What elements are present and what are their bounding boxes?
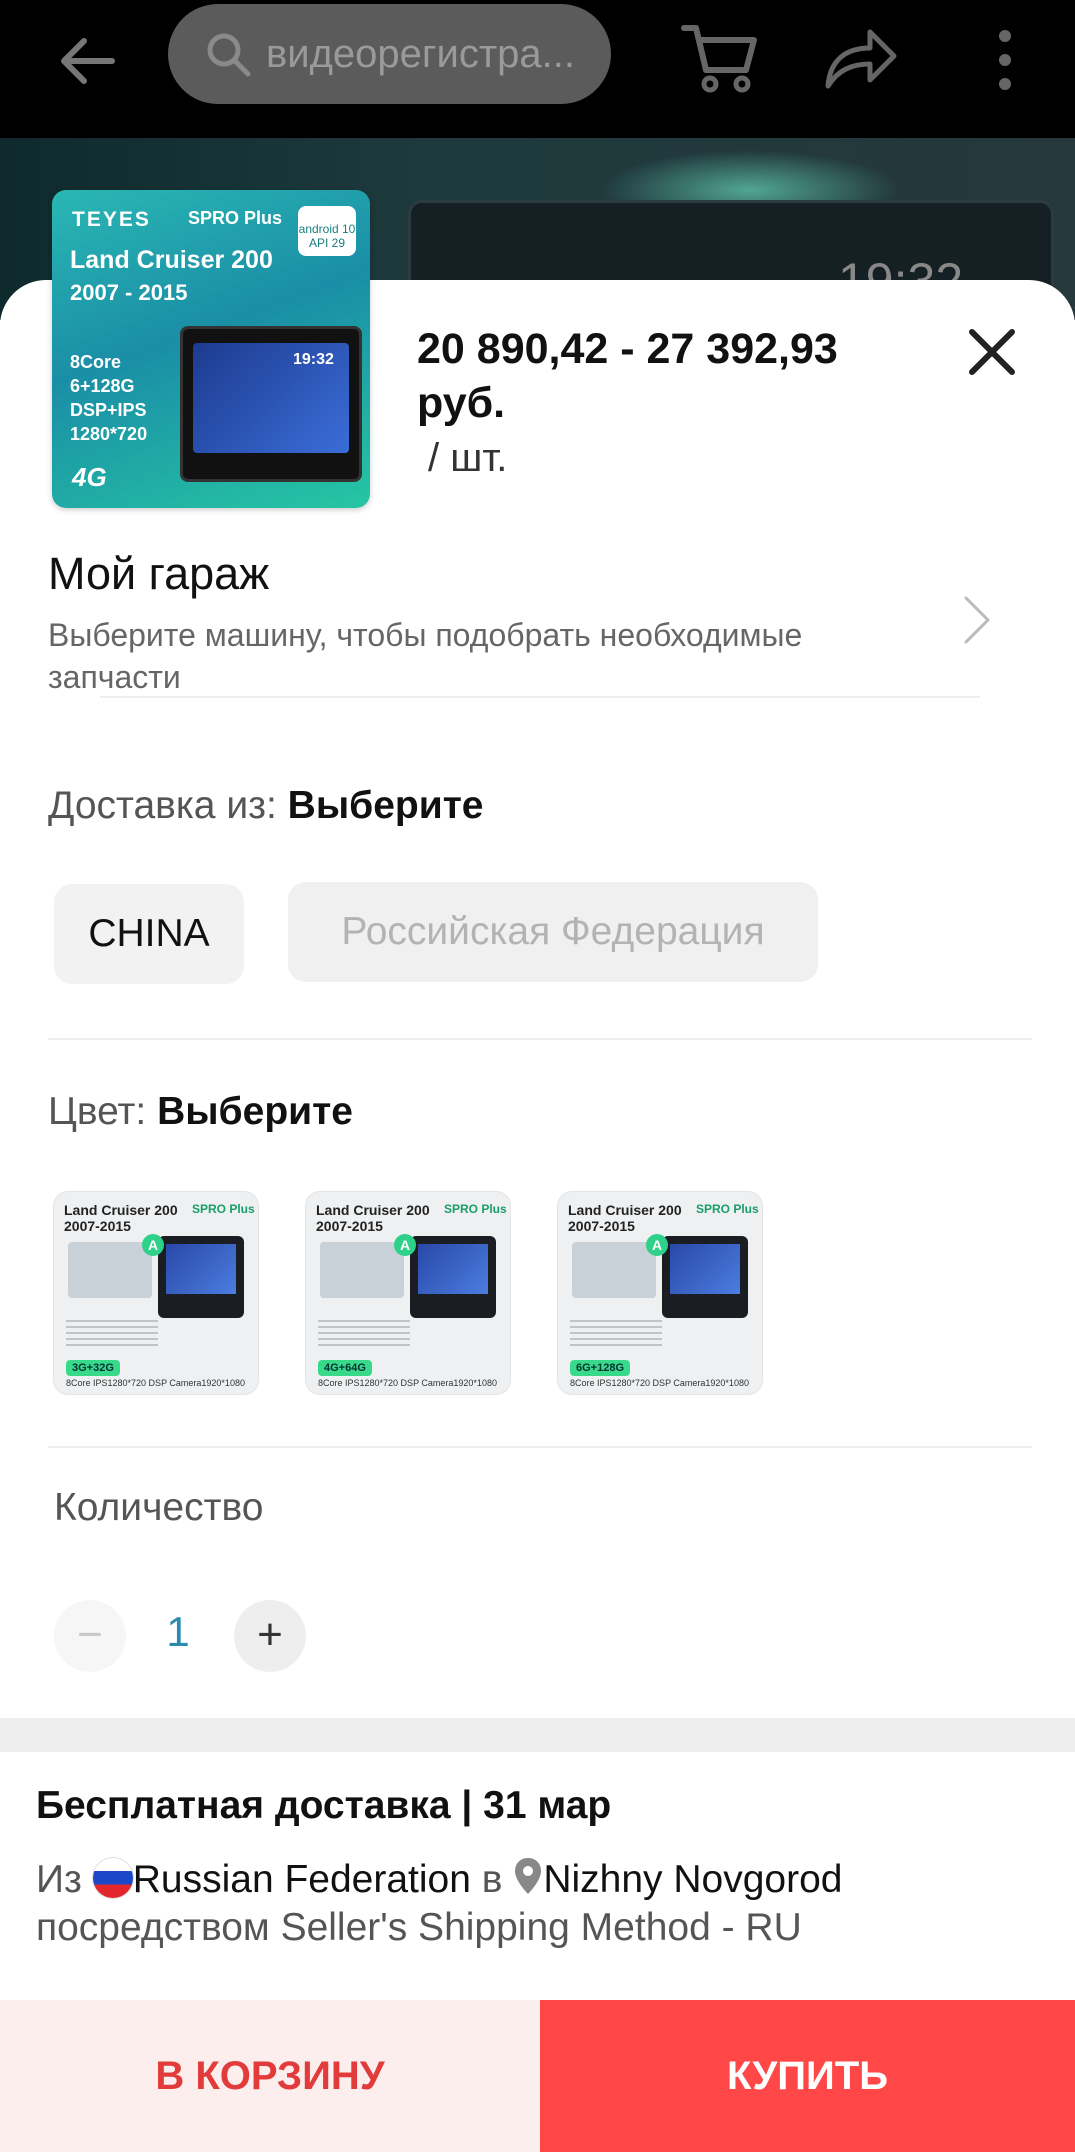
thumb-brand: TEYES [72,208,151,231]
delivery-divider [48,1038,1032,1040]
color-divider [48,1446,1032,1448]
shipping-route: Из Russian Federation в Nizhny Novgorod … [36,1856,1046,1952]
color-prefix: Цвет: [48,1090,158,1133]
variant-a-marker: A [394,1234,416,1256]
variant-text-lines [570,1320,662,1346]
thumb-specs: 8Core 6+128G DSP+IPS 1280*720 [70,350,147,446]
delivery-from-label: Доставка из: Выберите [48,784,484,828]
variant-device-image [572,1242,656,1298]
color-variant-option[interactable]: Land Cruiser 200 2007-2015 SPRO Plus A 6… [558,1192,762,1394]
back-arrow-icon[interactable] [52,26,122,96]
variant-memory-badge: 4G+64G [318,1360,372,1376]
variant-line: SPRO Plus [696,1202,759,1216]
quantity-increase-button[interactable]: + [234,1600,306,1672]
thumb-model: Land Cruiser 200 [70,246,273,274]
garage-divider [100,696,980,698]
location-pin-icon [515,1858,542,1894]
product-thumbnail[interactable]: TEYES SPRO Plus android 10 API 29 Land C… [52,190,370,508]
variant-device-image [320,1242,404,1298]
quantity-decrease-button[interactable]: − [54,1600,126,1672]
android-badge: android 10 API 29 [298,206,356,256]
android-version: android 10 [298,222,356,236]
thumb-line: SPRO Plus [188,208,283,228]
shipping-from-country: Russian Federation [132,1858,471,1901]
close-icon[interactable] [962,322,1022,382]
shipping-title: Бесплатная доставка | 31 мар [36,1784,612,1827]
variant-title: Land Cruiser 200 2007-2015 [316,1202,430,1234]
thumb-head-unit: 19:32 [180,326,362,482]
search-placeholder: видеорегистра... [266,31,576,76]
variant-line: SPRO Plus [192,1202,255,1216]
delivery-from-prefix: Доставка из: [48,784,288,827]
top-app-bar: видеорегистра... [0,0,1075,138]
variant-device-image [68,1242,152,1298]
variant-text-lines [318,1320,410,1346]
thumb-network: 4G [72,462,107,492]
variant-a-marker: A [646,1234,668,1256]
color-variant-option[interactable]: Land Cruiser 200 2007-2015 SPRO Plus A 3… [54,1192,258,1394]
variant-a-marker: A [142,1234,164,1256]
buy-now-button[interactable]: КУПИТЬ [540,2000,1075,2152]
variant-memory-badge: 6G+128G [570,1360,631,1376]
shipping-to-city: Nizhny Novgorod [543,1858,843,1901]
quantity-value: 1 [166,1608,190,1655]
thumb-spec: 8Core [70,352,122,372]
ship-from-option-russia[interactable]: Российская Федерация [288,882,818,982]
delivery-from-value: Выберите [287,784,484,827]
shipping-to-word: в [470,1858,514,1901]
variant-text-lines [66,1320,158,1346]
thumb-years: 2007 - 2015 [70,280,188,305]
variant-memory-badge: 3G+32G [66,1360,120,1376]
variant-specs: 8Core IPS1280*720 DSP Camera1920*1080 [570,1378,749,1388]
cart-icon[interactable] [680,18,760,98]
russia-flag-icon [92,1858,133,1898]
variant-screen-image [158,1236,244,1318]
color-variant-option[interactable]: Land Cruiser 200 2007-2015 SPRO Plus A 4… [306,1192,510,1394]
thumb-clock: 19:32 [293,351,334,368]
quantity-label: Количество [54,1486,264,1529]
variant-line: SPRO Plus [444,1202,507,1216]
price-range: 20 890,42 - 27 392,93 руб. [417,325,838,427]
add-to-cart-button[interactable]: В КОРЗИНУ [0,2000,540,2152]
variant-specs: 8Core IPS1280*720 DSP Camera1920*1080 [318,1378,497,1388]
color-label: Цвет: Выберите [48,1090,353,1134]
chevron-right-icon[interactable] [960,592,994,648]
variant-screen-image [410,1236,496,1318]
thumb-spec: 6+128G [70,376,135,396]
color-value: Выберите [157,1090,353,1133]
more-vertical-icon[interactable] [985,22,1025,98]
variant-title: Land Cruiser 200 2007-2015 [64,1202,178,1234]
garage-subtitle[interactable]: Выберите машину, чтобы подобрать необход… [48,614,928,698]
variant-specs: 8Core IPS1280*720 DSP Camera1920*1080 [66,1378,245,1388]
variant-title: Land Cruiser 200 2007-2015 [568,1202,682,1234]
thumb-spec: DSP+IPS [70,400,147,420]
price-unit: / шт. [428,436,508,480]
garage-title[interactable]: Мой гараж [48,548,269,600]
share-icon[interactable] [820,20,900,96]
variant-screen-image [662,1236,748,1318]
section-separator [0,1718,1075,1752]
ship-from-option-china[interactable]: CHINA [54,884,244,984]
shipping-method: посредством Seller's Shipping Method - R… [36,1906,802,1949]
search-input[interactable]: видеорегистра... [168,4,611,104]
search-icon [207,33,251,77]
shipping-from-prefix: Из [36,1858,93,1901]
thumb-spec: 1280*720 [70,424,148,444]
android-api: API 29 [308,236,346,250]
